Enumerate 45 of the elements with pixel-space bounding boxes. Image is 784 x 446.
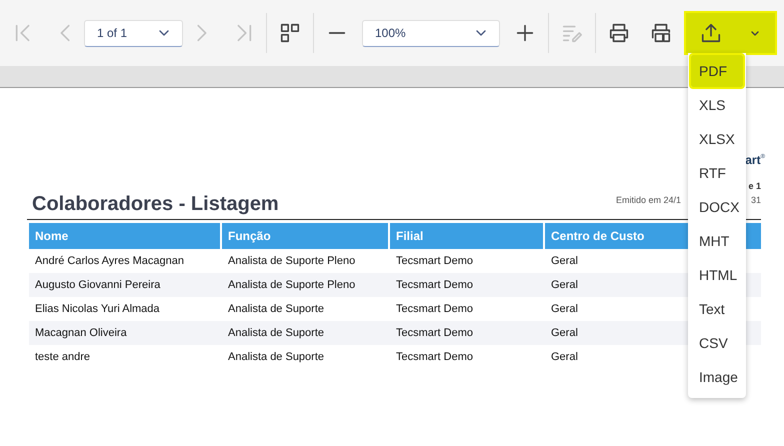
table-cell-text: Tecsmart Demo <box>395 278 474 293</box>
report-title: Colaboradores - Listagem <box>31 192 279 217</box>
table-cell-text: Analista de Suporte <box>227 350 326 365</box>
issued-time: 31 <box>750 194 761 206</box>
table-cell-text: Analista de Suporte <box>227 302 326 317</box>
table-cell-text: Tecsmart Demo <box>395 302 474 317</box>
menu-item[interactable]: DOCX <box>691 191 743 223</box>
page-number: e 1 <box>748 180 761 192</box>
column-header: Função <box>222 223 388 249</box>
table-cell-text: Analista de Suporte Pleno <box>227 278 356 293</box>
table-cell-text: André Carlos Ayres Macagnan <box>34 254 185 269</box>
table-cell-text: Augusto Giovanni Pereira <box>34 278 162 293</box>
table-cell-text: Analista de Suporte <box>227 326 326 341</box>
print-icon[interactable] <box>608 22 630 44</box>
page-select[interactable]: 1 of 1 <box>84 20 183 46</box>
upload-icon <box>700 22 722 44</box>
table-cell-text: Geral <box>550 302 579 317</box>
table-cell-text: Tecsmart Demo <box>395 326 474 341</box>
table-cell-text: Macagnan Oliveira <box>34 326 128 341</box>
table-cell-text: Tecsmart Demo <box>395 254 474 269</box>
menu-item[interactable]: Image <box>691 361 743 393</box>
menu-item[interactable]: XLS <box>691 89 743 121</box>
table-cell-text: Tecsmart Demo <box>395 350 474 365</box>
table-cell-text: Geral <box>550 326 579 341</box>
table-cell-text: Geral <box>550 350 579 365</box>
table-cell-text: Elias Nicolas Yuri Almada <box>34 302 161 317</box>
column-header: Nome <box>29 223 220 249</box>
menu-item[interactable]: CSV <box>691 327 743 359</box>
plus-icon[interactable] <box>514 22 536 44</box>
grid-icon[interactable] <box>279 22 301 44</box>
menu-item[interactable]: Text <box>691 293 743 325</box>
column-header: Filial <box>390 223 543 249</box>
menu-item[interactable]: RTF <box>691 157 743 189</box>
table-cell-text: Geral <box>550 254 579 269</box>
table-cell-text: Analista de Suporte Pleno <box>227 254 356 269</box>
zoom-select[interactable]: 100% <box>362 20 500 46</box>
table-cell-text: Geral <box>550 278 579 293</box>
export-button[interactable] <box>686 13 775 53</box>
menu-item[interactable]: HTML <box>691 259 743 291</box>
table-cell-text: teste andre <box>34 350 92 365</box>
issued-date: Emitido em 24/1 <box>616 194 681 206</box>
menu-item[interactable]: XLSX <box>691 123 743 155</box>
menu-item[interactable]: PDF <box>691 55 743 87</box>
logo-text: art <box>745 153 761 167</box>
print-page-icon[interactable] <box>650 22 672 44</box>
